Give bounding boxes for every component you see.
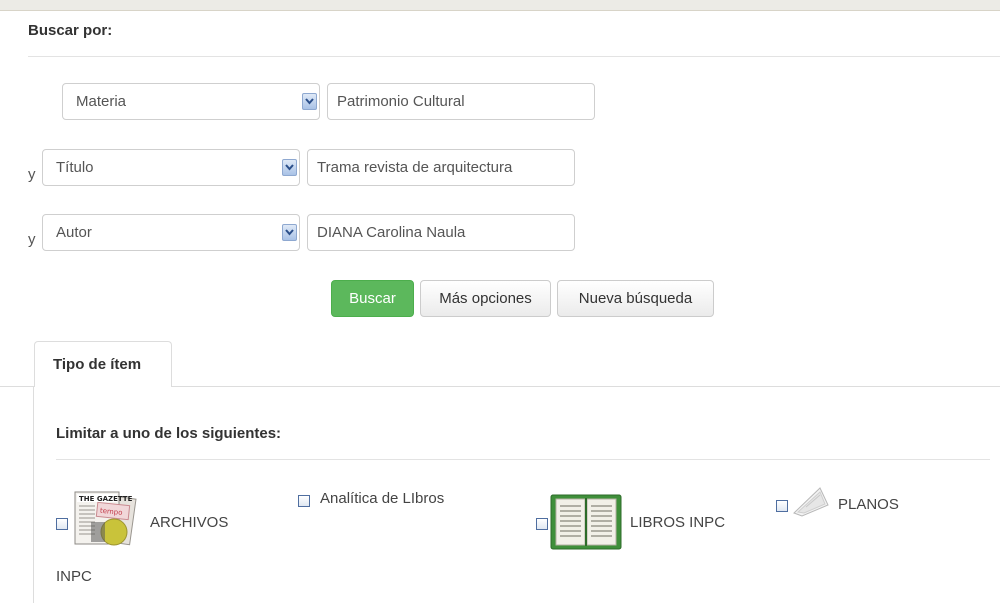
field-select-1[interactable]: Materia [62,83,320,120]
search-heading: Buscar por: [28,22,113,39]
limit-divider [56,459,990,460]
checkbox-planos[interactable] [776,500,788,512]
checkbox-archivos[interactable] [56,518,68,530]
search-term-input-2[interactable]: Trama revista de arquitectura [307,149,575,186]
search-term-input-1[interactable]: Patrimonio Cultural [327,83,595,120]
field-select-3-value: Autor [56,224,92,241]
field-select-1-value: Materia [76,93,127,110]
tab-panel-border [33,386,34,603]
field-select-3[interactable]: Autor [42,214,300,251]
label-libros-inpc: LIBROS INPC [630,514,726,531]
conjunction-label-3: y [28,231,36,248]
checkbox-analitica-de-libros[interactable] [298,495,310,507]
field-select-2[interactable]: Título [42,149,300,186]
more-options-button[interactable]: Más opciones [420,280,551,317]
new-search-button[interactable]: Nueva búsqueda [557,280,714,317]
conjunction-label-2: y [28,166,36,183]
top-bar [0,0,1000,11]
label-analitica-de-libros: Analítica de LIbros [320,490,445,507]
checkbox-libros-inpc[interactable] [536,518,548,530]
search-term-input-3[interactable]: DIANA Carolina Naula [307,214,575,251]
label-archivos: ARCHIVOS [150,514,229,531]
chevron-down-icon[interactable] [282,224,297,241]
blueprint-paper-icon [790,485,830,517]
chevron-down-icon[interactable] [282,159,297,176]
open-book-icon [550,494,622,550]
chevron-down-icon[interactable] [302,93,317,110]
field-select-2-value: Título [56,159,94,176]
svg-text:THE GAZETTE: THE GAZETTE [79,495,133,503]
label-planos: PLANOS [838,496,899,513]
tab-item-type[interactable]: Tipo de ítem [34,341,172,387]
gazette-newspaper-icon: THE GAZETTE tempo [71,490,141,550]
limit-label: Limitar a uno de los siguientes: [56,425,282,442]
label-archivos-line2: INPC [56,568,92,585]
heading-divider [28,56,1000,57]
search-button[interactable]: Buscar [331,280,414,317]
